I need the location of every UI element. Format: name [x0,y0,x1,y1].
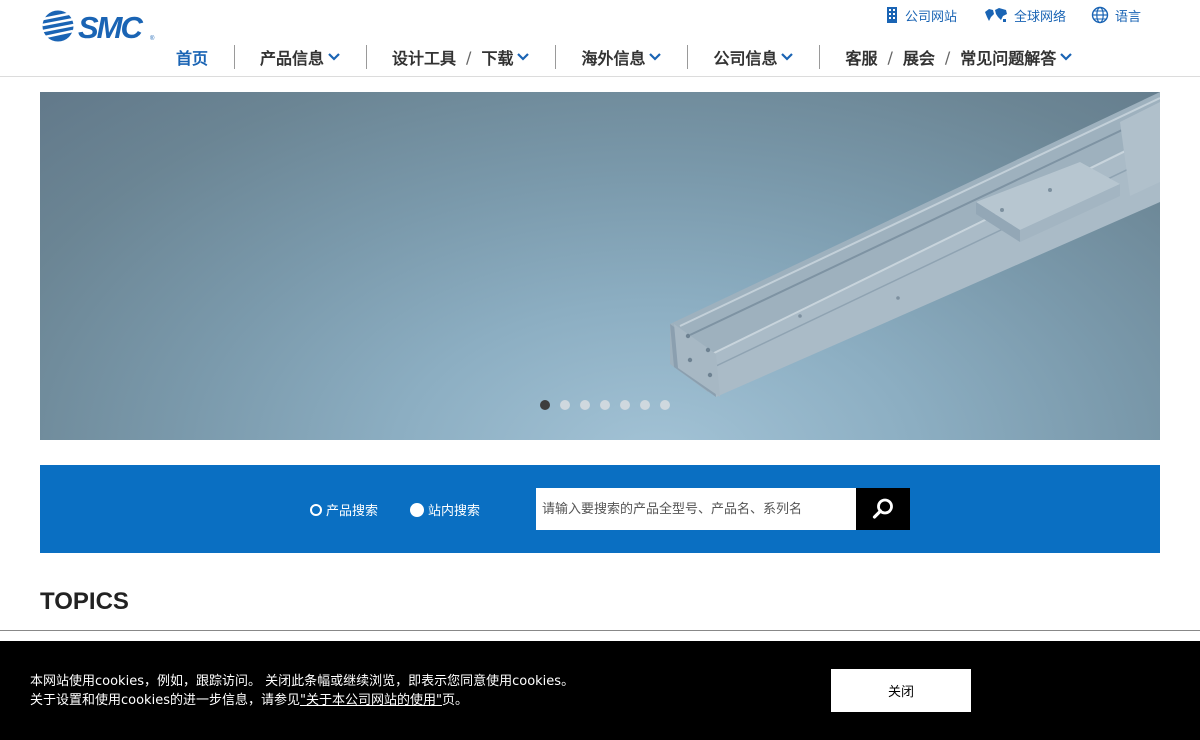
search-input[interactable] [536,488,856,530]
nav-company-label: 公司信息 [713,49,778,68]
nav-exhibition[interactable]: 展会 [903,45,935,69]
nav-separator: / [466,47,472,67]
nav-download-label: 下载 [481,49,514,68]
language-label: 语言 [1115,9,1142,25]
hero-carousel[interactable] [40,92,1160,440]
carousel-dot[interactable] [620,400,630,410]
nav-exhibition-label: 展会 [902,49,935,68]
nav-design-tools[interactable]: 设计工具 [392,45,456,69]
nav-separator: / [944,47,951,67]
cookie-line-2-prefix: 关于设置和使用cookies的进一步信息，请参见 [30,693,300,708]
carousel-dot[interactable] [660,400,670,410]
carousel-dots [540,400,670,410]
carousel-dot[interactable] [580,400,590,410]
smc-logo[interactable]: SMC ® [40,4,160,48]
radio-product-search-label: 产品搜索 [326,504,379,519]
nav-download[interactable]: 下载 [481,45,530,69]
topics-divider [0,630,1200,631]
logo-text: SMC [78,10,144,45]
cookie-line-2: 关于设置和使用cookies的进一步信息，请参见"关于本公司网站的使用"页。 [30,691,574,710]
company-site-label: 公司网站 [905,9,958,25]
radio-circle-icon [310,503,322,516]
topics-heading: TOPICS [40,588,129,615]
nav-design-tools-download: 设计工具 / 下载 [366,45,555,69]
chevron-down-icon [328,53,340,61]
cookie-banner: 本网站使用cookies，例如，跟踪访问。 关闭此条幅或继续浏览，即表示您同意使… [0,641,1200,740]
nav-faq-label: 常见问题解答 [960,49,1057,68]
world-map-icon [985,8,1007,22]
main-nav: 首页 产品信息 设计工具 / 下载 海外信息 公司信息 客服 / 展会 / 常见… [160,44,1098,70]
nav-service-label: 客服 [845,49,878,68]
carousel-dot[interactable] [540,400,550,410]
nav-design-tools-label: 设计工具 [392,49,457,68]
globe-icon [1091,6,1109,24]
cookie-close-button[interactable]: 关闭 [831,669,971,712]
company-site-link[interactable]: 公司网站 [885,6,958,25]
radio-circle-icon [410,502,424,517]
search-icon [872,498,893,519]
carousel-dot[interactable] [560,400,570,410]
language-link[interactable]: 语言 [1091,6,1142,25]
nav-separator: / [887,47,893,67]
building-icon [887,7,897,23]
radio-site-search[interactable]: 站内搜索 [410,500,480,519]
cookie-line-2-suffix: 页。 [441,693,468,708]
site-header: SMC ® 公司网站 全球网络 语言 首页 产品信息 设计工具 / 下载 海外信… [0,0,1200,77]
global-network-link[interactable]: 全球网络 [984,6,1067,25]
chevron-down-icon [781,53,794,61]
electric-actuator-image [670,92,1160,397]
nav-overseas[interactable]: 海外信息 [555,45,687,69]
global-network-label: 全球网络 [1014,9,1067,25]
radio-product-search[interactable]: 产品搜索 [310,500,378,519]
carousel-dot[interactable] [640,400,650,410]
nav-service-group: 客服 / 展会 / 常见问题解答 [819,45,1098,69]
svg-text:®: ® [150,35,155,42]
site-usage-link[interactable]: "关于本公司网站的使用" [300,693,442,708]
nav-products[interactable]: 产品信息 [234,45,366,69]
nav-faq[interactable]: 常见问题解答 [960,45,1073,69]
radio-site-search-label: 站内搜索 [428,504,481,519]
carousel-dot[interactable] [600,400,610,410]
chevron-down-icon [649,53,662,61]
search-band: 产品搜索 站内搜索 [40,465,1160,553]
cookie-line-1: 本网站使用cookies，例如，跟踪访问。 关闭此条幅或继续浏览，即表示您同意使… [30,674,575,689]
nav-home-label: 首页 [176,49,209,68]
nav-service[interactable]: 客服 [845,45,877,69]
nav-company[interactable]: 公司信息 [687,45,819,69]
search-button[interactable] [856,488,910,530]
nav-products-label: 产品信息 [260,49,325,68]
nav-home[interactable]: 首页 [160,45,234,69]
chevron-down-icon [517,53,530,61]
nav-overseas-label: 海外信息 [581,49,646,68]
cookie-text: 本网站使用cookies，例如，跟踪访问。 关闭此条幅或继续浏览，即表示您同意使… [30,672,574,710]
chevron-down-icon [1060,53,1073,61]
